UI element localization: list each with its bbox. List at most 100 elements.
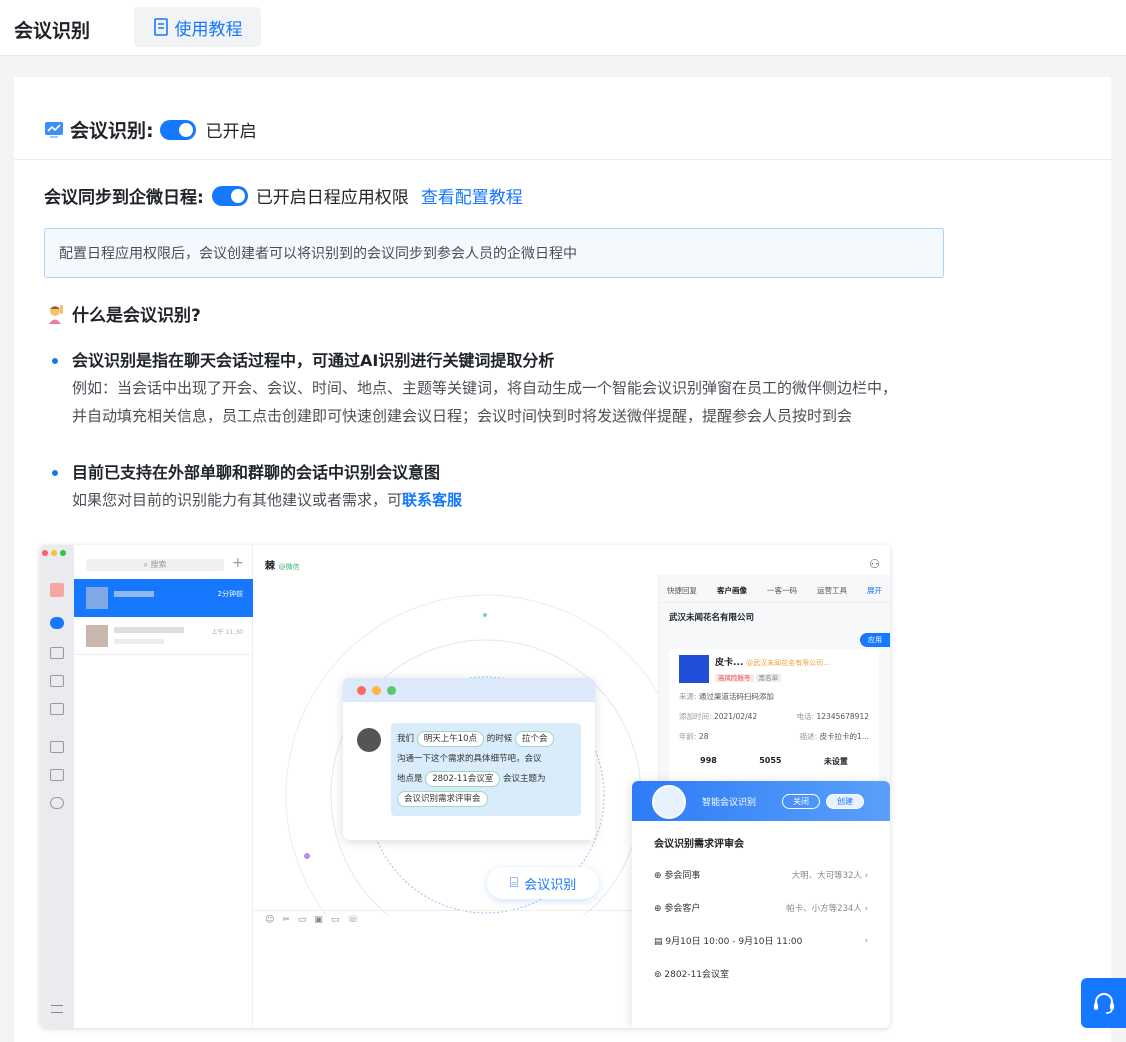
customer-org: @武汉未闻花名有限公司... [746, 659, 830, 667]
tab-one-code[interactable]: 一客一码 [767, 585, 797, 596]
add-icon[interactable]: + [232, 555, 244, 571]
risk-tag: 高风险账号 [715, 674, 754, 682]
workspace-icon [50, 703, 64, 715]
keyword-chip: 2802-11会议室 [425, 771, 501, 787]
calendar-icon [50, 675, 64, 687]
feature-status: 已开启 [205, 122, 257, 142]
tab-customer-profile[interactable]: 客户画像 [717, 585, 747, 596]
sync-toggle[interactable] [211, 185, 248, 206]
search-icon: ⌕ [143, 560, 151, 569]
panel-tabs: 快捷回复 客户画像 一客一码 运营工具 展开 [659, 575, 890, 603]
feature-toggle[interactable] [159, 119, 196, 140]
contact-support-link[interactable]: 联系客服 [402, 491, 462, 509]
bullet-title: 会议识别是指在聊天会话过程中，可通过AI识别进行关键词提取分析 [72, 351, 555, 370]
cube-icon [50, 769, 64, 781]
tab-expand[interactable]: 展开 [867, 585, 882, 596]
sync-row: 会议同步到企微日程: 已开启日程应用权限 查看配置教程 [44, 183, 523, 208]
meeting-row-customers[interactable]: ⊕ 参会客户 帕卡、小方等234人 › [632, 891, 890, 924]
window-controls [40, 545, 74, 556]
search-input[interactable]: ⌕ 搜索 [86, 559, 224, 571]
chat-time: 上午 11:30 [211, 629, 243, 636]
bullet-item-1: 会议识别是指在聊天会话过程中，可通过AI识别进行关键词提取分析 例如：当会话中出… [52, 350, 897, 430]
what-title: 什么是会议识别? [72, 306, 201, 326]
customer-service-button[interactable] [1081, 978, 1126, 1028]
keyword-chip: 拉个会 [514, 731, 555, 747]
tab-ops-tools[interactable]: 运营工具 [817, 585, 847, 596]
top-bar: 会议识别 使用教程 [0, 0, 1126, 56]
avatar [357, 728, 381, 752]
illustration: ⌕ 搜索 + 2分钟前 上午 11:30 棘 @微信 ☺✂▭▣▭☏ ⚇ 快捷回复… [40, 545, 890, 1028]
bullet-dot [52, 358, 58, 364]
chat-name-blur [114, 591, 154, 597]
input-divider [253, 910, 658, 911]
meeting-popup: 智能会议识别 关闭 创建 会议识别需求评审会 ⊕ 参会同事 大明、大可等32人 ›… [632, 781, 890, 1028]
popup-titlebar [343, 678, 595, 702]
feature-label: 会议识别: [70, 120, 154, 142]
customer-name: 皮卡... [715, 658, 744, 668]
chat-bubble: 我们 明天上午10点 的时候 拉个会 沟通一下这个需求的具体细节吧，会议 地点是… [391, 723, 581, 816]
search-placeholder: 搜索 [150, 560, 167, 569]
feature-section: 会议识别: 已开启 [14, 77, 1111, 160]
doc-icon [50, 741, 64, 753]
avatar [679, 655, 709, 683]
tutorial-button[interactable]: 使用教程 [134, 7, 261, 47]
chart-board-icon [45, 121, 63, 138]
customer-header: 皮卡... @武汉未闻花名有限公司... 高风险账号 黑名单 [679, 655, 869, 683]
bullet-line: 例如：当会话中出现了开会、会议、时间、地点、主题等关键词，将自动生成一个智能会议… [72, 379, 898, 397]
chat-popup: 我们 明天上午10点 的时候 拉个会 沟通一下这个需求的具体细节吧，会议 地点是… [343, 678, 595, 840]
customer-age: 年龄: 28 描述: 皮卡拉卡的1... [679, 732, 869, 741]
chat-preview-blur [114, 639, 164, 644]
company-name: 武汉未闻花名有限公司 [669, 613, 755, 623]
keyword-chip: 明天上午10点 [416, 731, 485, 747]
meeting-header-title: 智能会议识别 [702, 797, 757, 808]
meeting-row-time[interactable]: ▤ 9月10日 10:00 - 9月10日 11:00 › [632, 924, 890, 957]
person-icon[interactable]: ⚇ [869, 557, 880, 571]
app-sidebar [40, 545, 74, 1028]
close-button[interactable]: 关闭 [782, 793, 821, 809]
bullet-line: 并自动填充相关信息，员工点击创建即可快速创建会议日程；会议时间快到时将发送微伴提… [72, 407, 853, 425]
customer-stats: 998 5055 未设置 [700, 756, 848, 766]
blacklist-tag: 黑名单 [755, 674, 782, 682]
config-tutorial-link[interactable]: 查看配置教程 [421, 183, 523, 208]
bullet-dot [52, 470, 58, 476]
sync-label: 会议同步到企微日程: [44, 188, 204, 208]
toolbar-icons: ☺✂▭▣▭☏ [265, 915, 367, 925]
page-title: 会议识别 [14, 20, 91, 42]
menu-icon [51, 1005, 63, 1013]
create-button[interactable]: 创建 [826, 793, 865, 809]
tab-quick-reply[interactable]: 快捷回复 [667, 585, 697, 596]
chat-time: 2分钟前 [217, 590, 243, 598]
notice-box: 配置日程应用权限后，会议创建者可以将识别到的会议同步到参会人员的企微日程中 [44, 228, 944, 278]
meeting-row-colleagues[interactable]: ⊕ 参会同事 大明、大可等32人 › [632, 858, 890, 891]
message-icon [50, 617, 64, 629]
keyword-chip: 会议识别需求评审会 [397, 791, 488, 807]
contacts-icon [50, 647, 64, 659]
calendar-icon: ▤ [654, 937, 663, 947]
customer-source: 来源: 通过渠道活码扫码添加 [679, 692, 774, 701]
app-button[interactable]: 应用 [860, 633, 890, 647]
what-heading: 什么是会议识别? [44, 301, 201, 326]
tutorial-label: 使用教程 [174, 19, 243, 40]
chat-title: 棘 @微信 [265, 561, 300, 572]
bullet-line: 如果您对目前的识别能力有其他建议或者需求，可联系客服 [72, 486, 462, 514]
content-card: 会议识别: 已开启 会议同步到企微日程: 已开启日程应用权限 查看配置教程 配置… [14, 77, 1111, 1042]
bullet-item-2: 目前已支持在外部单聊和群聊的会话中识别会议意图 如果您对目前的识别能力有其他建议… [52, 462, 462, 514]
chat-list: ⌕ 搜索 + 2分钟前 上午 11:30 [74, 545, 253, 1028]
bullet-line-text: 如果您对目前的识别能力有其他建议或者需求，可 [72, 491, 403, 509]
robot-icon [652, 785, 686, 819]
avatar [86, 587, 108, 609]
chat-item[interactable]: 上午 11:30 [74, 617, 253, 655]
meeting-title: 会议识别需求评审会 [654, 839, 744, 850]
bullet-title: 目前已支持在外部单聊和群聊的会话中识别会议意图 [72, 463, 441, 482]
ai-recognition-badge: ⌸ 会议识别 [487, 867, 599, 899]
document-icon [153, 18, 168, 36]
person-raising-hand-icon [49, 304, 63, 324]
chat-item-active[interactable]: 2分钟前 [74, 579, 253, 617]
avatar [86, 625, 108, 647]
location-icon: ⊚ [654, 970, 662, 980]
chat-name-blur [114, 627, 184, 633]
sync-status: 已开启日程应用权限 [255, 188, 409, 208]
headset-icon [1093, 993, 1114, 1014]
avatar [50, 583, 64, 597]
meeting-row-location: ⊚ 2802-11会议室 [654, 970, 730, 980]
